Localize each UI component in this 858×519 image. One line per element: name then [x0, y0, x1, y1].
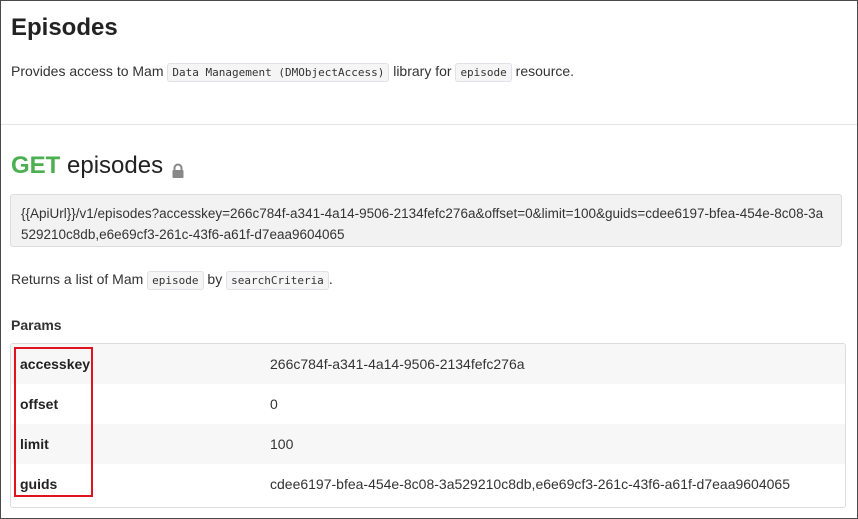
param-value: 0	[270, 396, 278, 412]
param-value: 100	[270, 436, 294, 452]
endpoint-heading: GET episodes	[11, 152, 185, 180]
resource-code: episode	[455, 63, 512, 82]
params-table: accesskey 266c784f-a341-4a14-9506-2134fe…	[10, 343, 846, 508]
returns-description: Returns a list of Mam episode by searchC…	[11, 271, 333, 290]
page-description: Provides access to Mam Data Management (…	[11, 63, 575, 82]
description-text: library for	[389, 63, 456, 79]
lock-icon	[171, 158, 185, 178]
param-row: offset 0	[11, 384, 845, 424]
param-value: 266c784f-a341-4a14-9506-2134fefc276a	[270, 356, 525, 372]
returns-text: by	[203, 271, 227, 287]
param-value: cdee6197-bfea-454e-8c08-3a529210c8db,e6e…	[270, 476, 790, 492]
param-row: limit 100	[11, 424, 845, 464]
endpoint-name: episodes	[67, 152, 164, 179]
section-divider	[1, 124, 857, 125]
search-criteria-code: searchCriteria	[226, 271, 329, 290]
description-text: resource.	[511, 63, 575, 79]
param-row: guids cdee6197-bfea-454e-8c08-3a529210c8…	[11, 464, 845, 504]
http-method: GET	[11, 152, 61, 179]
request-url[interactable]: {{ApiUrl}}/v1/episodes?accesskey=266c784…	[10, 194, 842, 247]
params-heading: Params	[11, 317, 62, 333]
returns-text: Returns a list of Mam	[11, 271, 148, 287]
description-text: Provides access to Mam	[11, 63, 168, 79]
returns-type-code: episode	[147, 271, 204, 290]
param-row: accesskey 266c784f-a341-4a14-9506-2134fe…	[11, 344, 845, 384]
highlight-box	[14, 347, 93, 497]
returns-text: .	[328, 271, 333, 287]
library-code: Data Management (DMObjectAccess)	[167, 63, 390, 82]
page-title: Episodes	[11, 14, 118, 41]
